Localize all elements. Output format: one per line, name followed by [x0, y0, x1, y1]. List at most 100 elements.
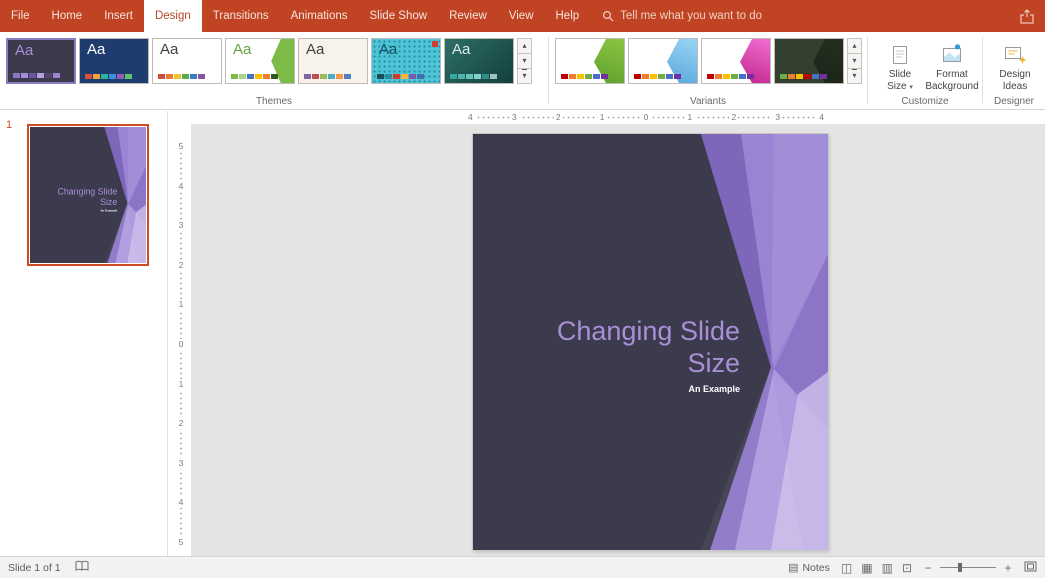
theme-color-strip [13, 73, 60, 78]
accessibility-checker-icon[interactable] [75, 560, 89, 575]
normal-view-button[interactable]: ◫ [841, 561, 852, 575]
themes-scroll-up-button[interactable]: ▴ [517, 38, 532, 54]
theme-aa-label: Aa [15, 42, 34, 59]
vruler-number: 1 [178, 378, 184, 390]
hruler-number: 4 [817, 112, 826, 123]
variants-group-label: Variants [690, 96, 726, 107]
themes-scroll-down-button[interactable]: ▾ [517, 53, 532, 69]
ribbon-tab-bar: File Home Insert Design Transitions Animation… [0, 0, 1045, 32]
reading-view-button[interactable]: ▥ [882, 561, 893, 575]
hruler-number: 1 [685, 112, 695, 123]
tab-design[interactable]: Design [143, 0, 202, 32]
zoom-in-button[interactable]: + [1003, 561, 1013, 575]
theme-current-purple[interactable]: Aa [6, 38, 76, 84]
format-background-label-line1: Format [936, 69, 968, 80]
vruler-number: 2 [178, 418, 184, 430]
slide-thumbnail-art [30, 127, 146, 263]
theme-aa-label: Aa [452, 41, 471, 58]
slide-size-label-line2: Size ▾ [887, 81, 913, 92]
customize-group: Slide Size ▾ Format Background Customize [868, 32, 982, 109]
slide-size-button[interactable]: Slide Size ▾ [874, 38, 926, 93]
theme-color-strip [158, 74, 205, 79]
hruler-number: 0 [641, 112, 651, 123]
theme-green-swoosh[interactable]: Aa [225, 38, 295, 84]
vruler-number: 5 [178, 141, 184, 152]
designer-group-label: Designer [993, 96, 1035, 107]
theme-teal-dotted[interactable]: Aa [371, 38, 441, 84]
themes-more-button[interactable]: ▾ [517, 68, 532, 84]
horizontal-ruler: 4 3 2 1 0 1 2 3 4 [169, 111, 1045, 124]
notes-button[interactable]: ▤ Notes [788, 561, 830, 575]
variant-color-strip [634, 74, 681, 79]
vruler-number: 3 [178, 220, 184, 232]
hruler-number: 3 [509, 112, 519, 123]
variants-scroll-down-button[interactable]: ▾ [847, 53, 862, 69]
slide-editor[interactable] [473, 134, 828, 550]
tab-slide-show[interactable]: Slide Show [359, 0, 439, 32]
slide-thumbnail-1[interactable] [27, 124, 149, 266]
slide-size-label-line1: Slide [888, 69, 912, 80]
variant-color-strip [780, 74, 827, 79]
zoom-slider[interactable] [940, 563, 996, 572]
tab-home[interactable]: Home [41, 0, 94, 32]
work-area: 1 4 3 2 1 0 1 2 3 4 5 4 3 2 1 0 1 2 3 4 5 [0, 111, 1045, 556]
tab-animations[interactable]: Animations [280, 0, 359, 32]
variant-blue[interactable] [628, 38, 698, 84]
slide-size-icon [888, 41, 912, 69]
editing-canvas[interactable] [191, 124, 1045, 556]
ribbon: Aa Aa Aa Aa Aa Aa Aa ▴ ▾ ▾ Themes ▴ ▾ ▾ Varian… [0, 32, 1045, 110]
status-bar: Slide 1 of 1 ▤ Notes ◫ ▦ ▥ ⊡ − + [0, 556, 1045, 578]
hruler-number: 4 [466, 112, 475, 123]
theme-corner-accent [432, 41, 438, 47]
slide-art-main [473, 134, 828, 550]
customize-group-label: Customize [901, 96, 949, 107]
zoom-out-button[interactable]: − [923, 561, 933, 575]
vruler-number: 2 [178, 259, 184, 271]
tab-view[interactable]: View [498, 0, 545, 32]
vruler-number: 3 [178, 457, 184, 469]
themes-gallery: Aa Aa Aa Aa Aa Aa Aa [6, 38, 514, 84]
theme-aa-label: Aa [233, 41, 252, 58]
zoom-slider-knob[interactable] [958, 563, 962, 572]
fit-slide-to-window-button[interactable] [1024, 561, 1037, 575]
dropdown-caret-icon: ▾ [909, 84, 913, 91]
design-ideas-button[interactable]: Design Ideas [989, 38, 1041, 93]
hruler-number: 3 [773, 112, 783, 123]
theme-color-strip [377, 74, 424, 79]
theme-aa-label: Aa [160, 41, 179, 58]
share-button[interactable] [1019, 0, 1045, 32]
tell-me-search[interactable]: Tell me what you want to do [602, 0, 762, 32]
hruler-number: 1 [597, 112, 607, 123]
slide-sorter-view-button[interactable]: ▦ [861, 561, 872, 575]
slide-number: 1 [6, 119, 13, 131]
theme-color-strip [304, 74, 351, 79]
theme-aa-label: Aa [306, 41, 325, 58]
theme-dark-blue[interactable]: Aa [79, 38, 149, 84]
theme-office-white[interactable]: Aa [152, 38, 222, 84]
slide-info: Slide 1 of 1 [8, 561, 61, 574]
ribbon-tabs: File Home Insert Design Transitions Animation… [0, 0, 590, 32]
format-background-button[interactable]: Format Background [925, 38, 979, 93]
theme-tan-purple[interactable]: Aa [298, 38, 368, 84]
tab-review[interactable]: Review [438, 0, 498, 32]
variants-gallery [555, 38, 844, 84]
variant-pink[interactable] [701, 38, 771, 84]
variant-color-strip [561, 74, 608, 79]
search-icon [603, 10, 614, 22]
tab-transitions[interactable]: Transitions [202, 0, 280, 32]
themes-group: Aa Aa Aa Aa Aa Aa Aa ▴ ▾ ▾ Themes [0, 32, 548, 109]
status-right: ▤ Notes ◫ ▦ ▥ ⊡ − + [788, 561, 1045, 575]
themes-gallery-arrows: ▴ ▾ ▾ [517, 38, 532, 84]
variant-dark[interactable] [774, 38, 844, 84]
slide-show-view-button[interactable]: ⊡ [902, 561, 912, 575]
tab-file[interactable]: File [0, 0, 41, 32]
theme-dark-teal[interactable]: Aa [444, 38, 514, 84]
tab-insert[interactable]: Insert [93, 0, 144, 32]
format-background-icon [940, 41, 964, 69]
status-left: Slide 1 of 1 [0, 560, 89, 575]
variants-group: ▴ ▾ ▾ Variants [549, 32, 867, 109]
variant-green[interactable] [555, 38, 625, 84]
variants-more-button[interactable]: ▾ [847, 68, 862, 84]
variants-scroll-up-button[interactable]: ▴ [847, 38, 862, 54]
tab-help[interactable]: Help [545, 0, 591, 32]
